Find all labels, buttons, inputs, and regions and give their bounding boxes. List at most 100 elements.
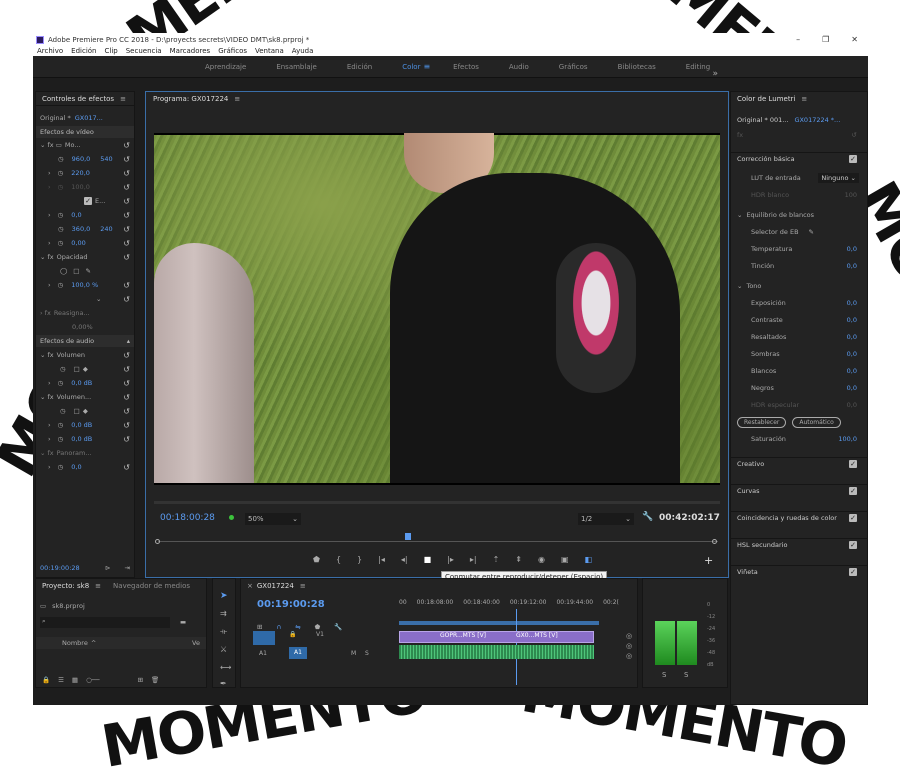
pen-mask-icon[interactable]: ✎	[85, 267, 90, 275]
close-tab-icon[interactable]: ×	[247, 582, 253, 590]
zoom-slider[interactable]: ○──	[86, 676, 100, 684]
exposure-value[interactable]: 0,0	[847, 299, 857, 307]
eyedropper-icon[interactable]: ✎	[809, 228, 814, 236]
creative-checkbox[interactable]: ✓	[849, 459, 857, 468]
reset-icon[interactable]: ↺	[123, 435, 130, 444]
extract-icon[interactable]: ⇞	[515, 555, 522, 567]
column-video[interactable]: Ve	[192, 639, 200, 647]
track-lock-icon[interactable]: 🔒	[289, 631, 303, 645]
blend-dropdown-icon[interactable]: ⌄	[96, 295, 101, 303]
program-video-frame[interactable]	[154, 133, 720, 485]
vignette-header[interactable]: Viñeta	[737, 568, 758, 576]
panel-menu-icon[interactable]: ≡	[234, 95, 240, 103]
go-to-out-icon[interactable]: ▸|	[470, 555, 477, 567]
temperature-value[interactable]: 0,0	[847, 245, 857, 253]
tab-bibliotecas[interactable]: Bibliotecas	[603, 63, 671, 71]
curves-header[interactable]: Curvas	[737, 487, 760, 495]
more-workspaces-icon[interactable]: »	[712, 69, 718, 79]
icon-view-icon[interactable]: ▦	[72, 676, 78, 684]
menu-graficos[interactable]: Gráficos	[218, 47, 247, 55]
menu-edicion[interactable]: Edición	[71, 47, 96, 55]
settings-icon[interactable]: 🔧	[334, 623, 342, 631]
position-y-value[interactable]: 540	[100, 155, 112, 163]
volume-level-value[interactable]: 0,0 dB	[71, 379, 92, 387]
reset-icon[interactable]: ↺	[123, 379, 130, 388]
auto-button[interactable]: Automático	[792, 416, 841, 428]
playhead-timecode[interactable]: 00:18:00:28	[160, 513, 215, 523]
timeline-timecode[interactable]: 00:19:00:28	[257, 599, 325, 610]
expand-icon[interactable]: ›	[48, 169, 51, 177]
tab-aprendizaje[interactable]: Aprendizaje	[190, 63, 261, 71]
reset-icon[interactable]: ↺	[123, 197, 130, 206]
shadows-value[interactable]: 0,0	[847, 350, 857, 358]
reset-icon[interactable]: ↺	[123, 169, 130, 178]
basic-correction-checkbox[interactable]: ✓	[849, 154, 857, 163]
ellipse-mask-icon[interactable]: ◯	[60, 267, 67, 275]
slip-tool-icon[interactable]: ⟷	[220, 663, 231, 672]
reset-button[interactable]: Restablecer	[737, 416, 787, 428]
expand-icon[interactable]: ›	[48, 435, 51, 443]
reset-icon[interactable]: ↺	[123, 155, 130, 164]
nest-icon[interactable]: ⊞	[257, 623, 262, 631]
audio-clip[interactable]	[399, 645, 594, 659]
tab-audio[interactable]: Audio	[494, 63, 544, 71]
snap-icon[interactable]: ∩	[276, 623, 281, 631]
stopwatch-icon[interactable]: ◷	[60, 365, 66, 373]
menu-ayuda[interactable]: Ayuda	[292, 47, 314, 55]
color-wheels-checkbox[interactable]: ✓	[849, 513, 857, 522]
tab-media-browser[interactable]: Navegador de medios	[113, 582, 190, 590]
expand-icon[interactable]: ›	[48, 183, 51, 191]
tab-edicion[interactable]: Edición	[332, 63, 387, 71]
panel-title[interactable]: Controles de efectos	[42, 95, 114, 103]
delete-icon[interactable]: 🗑	[151, 676, 159, 684]
saturation-value[interactable]: 100,0	[838, 435, 857, 443]
stopwatch-icon[interactable]: ◷	[58, 155, 64, 163]
expand-icon[interactable]: ›	[48, 379, 51, 387]
lut-dropdown[interactable]: Ninguno ⌄	[818, 173, 859, 183]
tab-project[interactable]: Proyecto: sk8	[42, 582, 89, 590]
work-area-bar[interactable]	[399, 621, 599, 625]
expand-icon[interactable]: ›	[48, 463, 51, 471]
track-select-tool-icon[interactable]: ⇉	[220, 609, 227, 618]
vignette-checkbox[interactable]: ✓	[849, 567, 857, 576]
wrench-icon[interactable]: 🔧	[642, 512, 653, 522]
anchor-y-value[interactable]: 240	[100, 225, 112, 233]
solo-left-button[interactable]: S	[662, 671, 666, 679]
reset-icon[interactable]: ↺	[123, 225, 130, 234]
reset-icon[interactable]: ↺	[123, 407, 130, 416]
tint-value[interactable]: 0,0	[847, 262, 857, 270]
reset-icon[interactable]: ↺	[123, 141, 130, 150]
time-ruler[interactable]: 00 00:18:08:00 00:18:40:00 00:19:12:00 0…	[399, 599, 639, 606]
playhead-marker[interactable]	[405, 533, 411, 540]
stopwatch-icon[interactable]: ◷	[58, 281, 64, 289]
stopwatch-icon[interactable]: ◷	[58, 421, 64, 429]
tab-efectos[interactable]: Efectos	[438, 63, 494, 71]
mark-out-icon[interactable]: }	[357, 555, 362, 567]
add-marker-icon[interactable]: ⬟	[313, 555, 320, 567]
panel-menu-icon[interactable]: ≡	[95, 582, 101, 590]
add-marker-icon[interactable]: ⬟	[315, 623, 321, 631]
stopwatch-icon[interactable]: ◷	[58, 239, 64, 247]
stopwatch-icon[interactable]: ◷	[58, 435, 64, 443]
expand-icon[interactable]: ›	[48, 281, 51, 289]
reset-icon[interactable]: ↺	[123, 365, 130, 374]
contrast-value[interactable]: 0,0	[847, 316, 857, 324]
track-scroll-icons[interactable]: ◎ ◎ ◎	[626, 631, 632, 661]
expand-icon[interactable]: ›	[48, 211, 51, 219]
tab-graficos[interactable]: Gráficos	[544, 63, 603, 71]
menu-marcadores[interactable]: Marcadores	[170, 47, 211, 55]
curves-checkbox[interactable]: ✓	[849, 486, 857, 495]
tab-ensamblaje[interactable]: Ensamblaje	[261, 63, 332, 71]
timeline-end-handle[interactable]	[712, 539, 717, 544]
scale-value[interactable]: 220,0	[71, 169, 90, 177]
maximize-icon[interactable]: ❐	[822, 35, 829, 44]
clip-dropdown[interactable]: GX017224 *...	[794, 116, 840, 124]
minimize-icon[interactable]: –	[796, 35, 800, 44]
balance-value[interactable]: 0,0	[71, 463, 81, 471]
stopwatch-icon[interactable]: ◷	[58, 379, 64, 387]
expand-icon[interactable]: ›	[48, 421, 51, 429]
video-clip[interactable]: GOPR...MTS [V] GX0...MTS [V]	[399, 631, 594, 643]
export-frame-icon[interactable]: ◉	[538, 555, 545, 567]
track-target-a1[interactable]: A1	[289, 647, 307, 659]
pen-tool-icon[interactable]: ✒	[220, 679, 227, 688]
